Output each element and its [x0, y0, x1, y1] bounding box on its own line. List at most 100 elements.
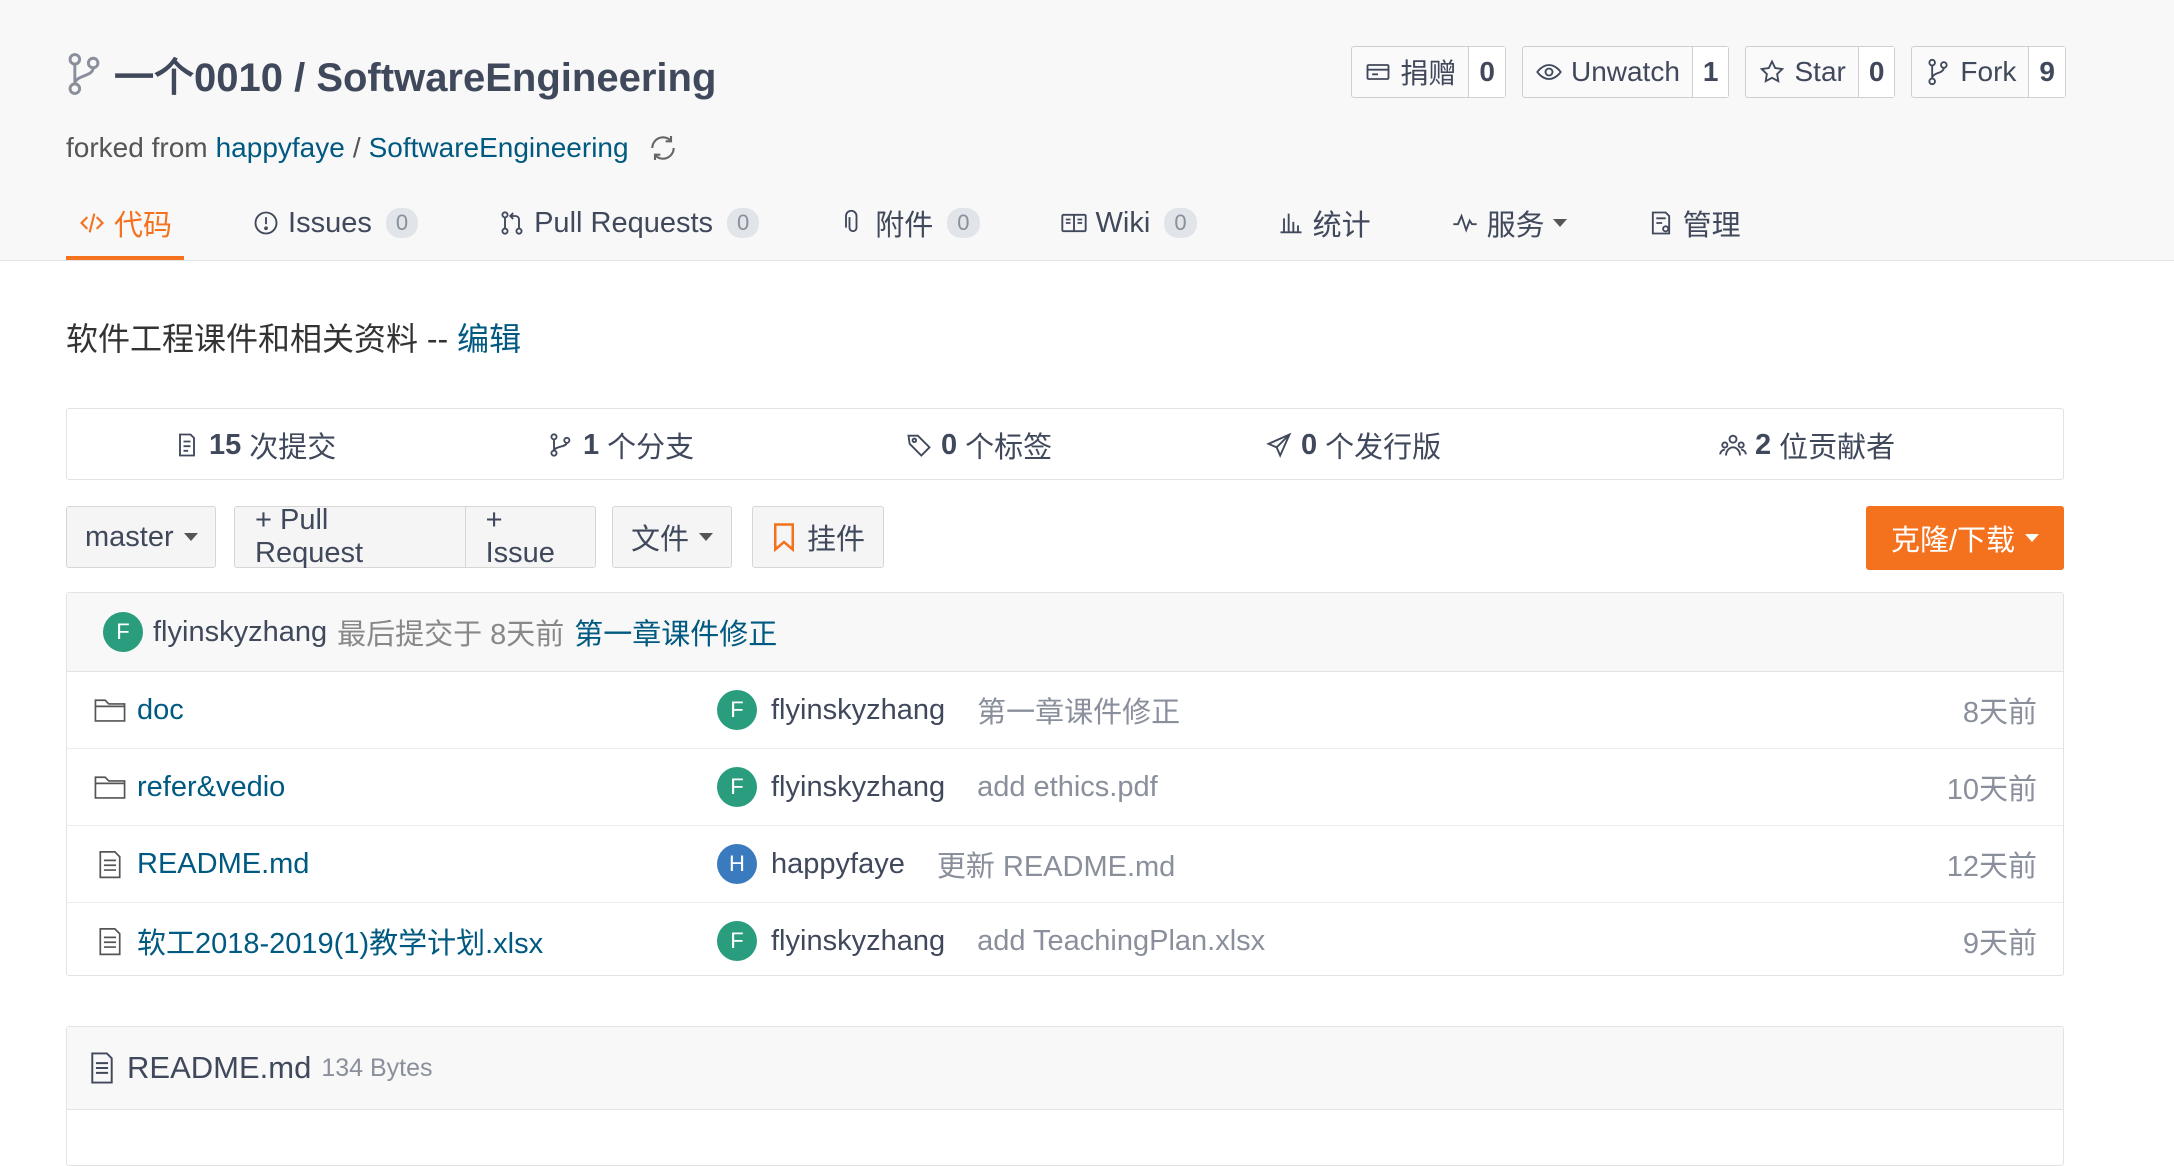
branches-count: 1 — [583, 428, 600, 461]
tab-wiki-label: Wiki — [1095, 206, 1151, 239]
file-row[interactable]: 软工2018-2019(1)教学计划.xlsx F flyinskyzhang … — [67, 903, 2063, 979]
file-text-icon — [91, 1052, 113, 1084]
branches-stat[interactable]: 1 个分支 — [547, 409, 694, 481]
file-name-link[interactable]: doc — [137, 694, 184, 727]
file-commit-time: 8天前 — [1962, 697, 2037, 729]
tab-wiki[interactable]: Wiki 0 — [1048, 190, 1209, 256]
latest-commit-bar: F flyinskyzhang 最后提交于 8天前 第一章课件修正 — [67, 593, 2063, 672]
clone-download-button[interactable]: 克隆/下载 — [1866, 506, 2064, 570]
commits-stat[interactable]: 15 次提交 — [173, 409, 336, 481]
fork-count[interactable]: 9 — [2028, 47, 2065, 97]
tab-issues[interactable]: Issues 0 — [240, 190, 430, 256]
file-row[interactable]: doc F flyinskyzhang 第一章课件修正 8天前 — [67, 672, 2063, 749]
file-commit-author[interactable]: flyinskyzhang — [771, 925, 945, 958]
file-commit-author[interactable]: flyinskyzhang — [771, 771, 945, 804]
tags-count: 0 — [941, 428, 958, 461]
branch-name: master — [85, 520, 174, 553]
file-commit-author[interactable]: flyinskyzhang — [771, 694, 945, 727]
fork-button[interactable]: Fork 9 — [1911, 46, 2066, 98]
avatar[interactable]: H — [717, 844, 757, 884]
watch-count[interactable]: 1 — [1691, 47, 1729, 97]
branch-selector[interactable]: master — [66, 506, 216, 568]
tab-code[interactable]: 代码 — [66, 190, 185, 260]
latest-commit-message[interactable]: 第一章课件修正 — [574, 611, 777, 653]
star-button[interactable]: Star 0 — [1745, 46, 1896, 98]
new-pull-request-button[interactable]: + Pull Request — [235, 504, 455, 569]
tab-manage[interactable]: 管理 — [1635, 190, 1753, 256]
file-text-icon — [99, 928, 121, 956]
avatar[interactable]: F — [717, 767, 757, 807]
sync-icon[interactable] — [647, 132, 679, 164]
fork-separator: / — [352, 132, 361, 163]
attachments-count-badge: 0 — [947, 208, 980, 238]
contributors-label: 位贡献者 — [1779, 432, 1896, 464]
file-commit-time: 9天前 — [1962, 928, 2037, 960]
latest-commit-author[interactable]: flyinskyzhang — [153, 616, 327, 649]
contributors-count: 2 — [1755, 428, 1772, 461]
clone-label: 克隆/下载 — [1890, 525, 2016, 557]
avatar[interactable]: F — [717, 921, 757, 961]
file-name-link[interactable]: 软工2018-2019(1)教学计划.xlsx — [137, 920, 543, 962]
pull-request-icon — [501, 211, 523, 235]
tab-stats[interactable]: 统计 — [1265, 190, 1383, 256]
widget-button[interactable]: 挂件 — [752, 506, 884, 568]
file-commit-cell: F flyinskyzhang 第一章课件修正 — [717, 672, 1180, 748]
paperclip-icon — [845, 209, 858, 233]
file-name-link[interactable]: refer&vedio — [137, 771, 285, 804]
repo-title-text[interactable]: 一个0010 / SoftwareEngineering — [114, 45, 716, 103]
donate-label: 捐赠 — [1400, 58, 1457, 89]
file-toolbar: master + Pull Request + Issue 文件 挂件 克隆/下… — [66, 504, 2064, 570]
tab-attachments[interactable]: 附件 0 — [827, 190, 991, 256]
repo-stats-bar: 15 次提交 1 个分支 0 个标签 0 个发行版 2 位贡献者 — [66, 408, 2064, 480]
tag-icon — [907, 434, 931, 457]
donate-button[interactable]: 捐赠 0 — [1351, 46, 1506, 98]
releases-stat[interactable]: 0 个发行版 — [1265, 409, 1441, 481]
release-icon — [1266, 432, 1292, 458]
releases-count: 0 — [1301, 428, 1318, 461]
file-commit-author[interactable]: happyfaye — [771, 848, 905, 881]
file-commit-message[interactable]: add ethics.pdf — [977, 771, 1158, 804]
commits-count: 15 — [209, 428, 242, 461]
star-count[interactable]: 0 — [1857, 47, 1895, 97]
fork-repo-link[interactable]: SoftwareEngineering — [369, 132, 629, 164]
tab-pull-requests[interactable]: Pull Requests 0 — [486, 190, 771, 256]
chevron-down-icon — [183, 533, 198, 541]
file-commit-cell: F flyinskyzhang add TeachingPlan.xlsx — [717, 903, 1265, 979]
forked-from: forked from happyfaye / SoftwareEngineer… — [66, 132, 679, 164]
fork-owner-link[interactable]: happyfaye — [216, 132, 345, 164]
tags-stat[interactable]: 0 个标签 — [905, 409, 1052, 481]
file-menu-label: 文件 — [631, 524, 690, 556]
fork-label-wrap: Fork — [1912, 47, 2028, 97]
unwatch-button[interactable]: Unwatch 1 — [1521, 46, 1730, 98]
unwatch-label-wrap: Unwatch — [1523, 47, 1692, 97]
chevron-down-icon — [1552, 219, 1567, 227]
new-issue-button[interactable]: + Issue — [464, 504, 595, 569]
latest-commit-meta: 最后提交于 8天前 — [337, 619, 565, 651]
donate-count[interactable]: 0 — [1468, 47, 1505, 97]
tab-services[interactable]: 服务 — [1439, 190, 1579, 256]
tags-label: 个标签 — [965, 432, 1053, 464]
contributors-stat[interactable]: 2 位贡献者 — [1719, 409, 1895, 481]
tab-services-label: 服务 — [1486, 210, 1545, 242]
file-row[interactable]: README.md H happyfaye 更新 README.md 12天前 — [67, 826, 2063, 903]
file-commit-message[interactable]: add TeachingPlan.xlsx — [977, 925, 1265, 958]
avatar[interactable]: F — [103, 612, 143, 652]
file-commit-message[interactable]: 第一章课件修正 — [977, 689, 1180, 731]
releases-label: 个发行版 — [1325, 432, 1442, 464]
file-commit-message[interactable]: 更新 README.md — [937, 843, 1175, 885]
readme-header: README.md 134 Bytes — [67, 1027, 2063, 1110]
file-row[interactable]: refer&vedio F flyinskyzhang add ethics.p… — [67, 749, 2063, 826]
file-menu-button[interactable]: 文件 — [612, 506, 732, 568]
avatar[interactable]: F — [717, 690, 757, 730]
bookmark-icon — [774, 523, 794, 552]
edit-description-link[interactable]: 编辑 — [457, 321, 521, 357]
donate-icon — [1366, 64, 1390, 80]
description-text: 软件工程课件和相关资料 -- — [66, 321, 449, 357]
branches-label: 个分支 — [607, 432, 695, 464]
settings-doc-icon — [1651, 211, 1670, 235]
readme-title: README.md — [127, 1050, 312, 1085]
tab-pull-requests-label: Pull Requests — [534, 206, 714, 239]
file-name-link[interactable]: README.md — [137, 848, 309, 881]
file-commit-time: 12天前 — [1946, 851, 2037, 883]
star-label: Star — [1794, 56, 1846, 87]
